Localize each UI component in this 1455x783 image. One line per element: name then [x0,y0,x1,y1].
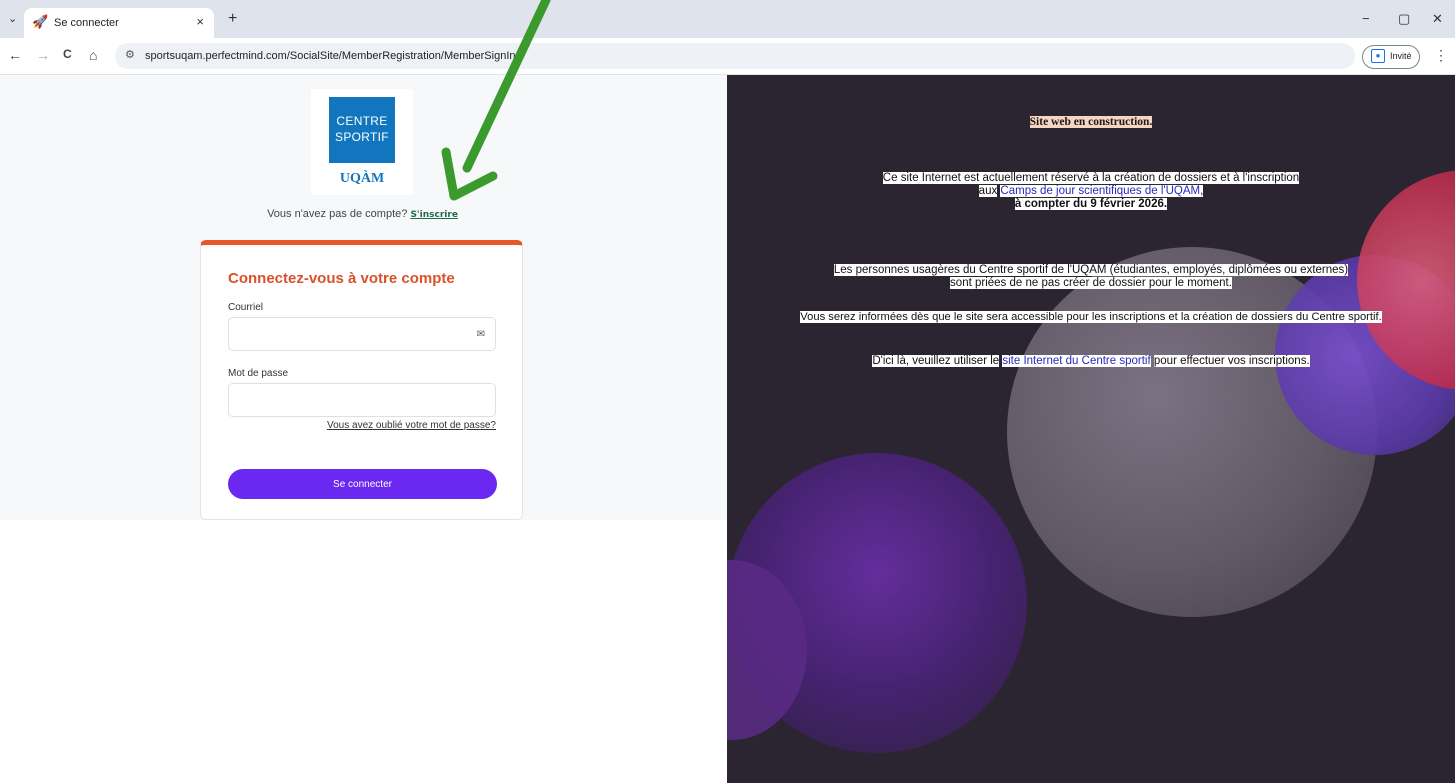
password-field[interactable] [228,383,496,417]
info-paragraph-4: D'ici là, veuillez utiliser le site Inte… [727,355,1455,368]
address-bar[interactable]: ⚙ sportsuqam.perfectmind.com/SocialSite/… [115,43,1355,69]
logo-line-sportif: SPORTIF [335,130,389,144]
tab-close-icon[interactable]: × [196,14,204,29]
info-text: pour effectuer vos inscriptions. [1153,355,1310,367]
new-tab-button[interactable]: + [228,10,237,28]
browser-tab[interactable]: 🚀 Se connecter × [24,8,214,38]
email-label: Courriel [228,302,264,313]
minimize-button[interactable]: − [1362,11,1370,26]
info-paragraph-1-line-3: à compter du 9 février 2026. [727,198,1455,211]
home-button[interactable]: ⌂ [89,47,97,63]
info-paragraph-3: Vous serez informées dès que le site ser… [727,311,1455,324]
info-panel: Site web en construction. Ce site Intern… [727,75,1455,783]
close-window-button[interactable]: ✕ [1432,11,1443,27]
browser-menu-icon[interactable]: ⋮ [1434,47,1448,64]
info-text: Ce site Internet est actuellement réserv… [882,172,1300,184]
browser-tab-bar: ⌄ 🚀 Se connecter × + − ▢ ✕ [0,0,1455,38]
profile-label: Invité [1390,51,1412,61]
tab-title: Se connecter [54,17,119,29]
browser-toolbar: ← → C ⌂ ⚙ sportsuqam.perfectmind.com/Soc… [0,38,1455,75]
logo-uqam: UQÀM [339,171,385,186]
info-paragraph-1-line-1: Ce site Internet est actuellement réserv… [727,172,1455,185]
info-paragraph-2-line-2: sont priées de ne pas créer de dossier p… [727,277,1455,290]
centre-sportif-logo: CENTRE SPORTIF UQÀM [311,89,413,195]
reload-button[interactable]: C [63,47,72,61]
centre-sportif-site-link[interactable]: site Internet du Centre sportif [1002,355,1151,367]
profile-button[interactable]: ● Invité [1362,45,1420,69]
info-text: Les personnes usagères du Centre sportif… [833,264,1349,276]
info-text: aux [978,185,998,197]
email-field[interactable]: ✉ [228,317,496,351]
profile-icon: ● [1371,49,1385,63]
logo-blue-block: CENTRE SPORTIF [329,97,395,163]
info-text: , [1200,185,1204,197]
login-card: Connectez-vous à votre compte Courriel ✉… [200,240,523,520]
info-text: Vous serez informées dès que le site ser… [800,311,1382,323]
info-date-text: à compter du 9 février 2026. [1014,198,1168,210]
back-button[interactable]: ← [8,47,22,63]
info-text: sont priées de ne pas créer de dossier p… [950,277,1232,289]
info-paragraph-1-line-2: aux Camps de jour scientifiques de l'UQA… [727,185,1455,198]
signup-link[interactable]: S'inscrire [410,210,458,220]
login-title: Connectez-vous à votre compte [228,270,455,287]
forgot-password-link[interactable]: Vous avez oublié votre mot de passe? [327,420,496,431]
construction-notice-line: Site web en construction. [727,116,1455,129]
mail-icon: ✉ [476,329,485,340]
password-label: Mot de passe [228,368,289,379]
restore-button[interactable]: ▢ [1398,11,1410,27]
login-panel-footer-area [0,520,727,783]
forward-button[interactable]: → [36,47,50,63]
camps-de-jour-link[interactable]: Camps de jour scientifiques de l'UQAM [1000,185,1201,197]
signup-prompt-text: Vous n'avez pas de compte? [267,208,408,220]
info-text: D'ici là, veuillez utiliser le [872,355,1000,367]
logo-line-centre: CENTRE [336,114,388,128]
tab-search-menu-icon[interactable]: ⌄ [8,12,17,25]
construction-notice: Site web en construction. [1029,116,1153,128]
rocket-favicon-icon: 🚀 [32,14,49,29]
site-info-icon[interactable]: ⚙ [125,48,135,61]
info-paragraph-2-line-1: Les personnes usagères du Centre sportif… [727,264,1455,277]
sign-in-button[interactable]: Se connecter [228,469,497,499]
signup-prompt: Vous n'avez pas de compte? S'inscrire [200,208,525,220]
url-text[interactable]: sportsuqam.perfectmind.com/SocialSite/Me… [145,50,516,62]
